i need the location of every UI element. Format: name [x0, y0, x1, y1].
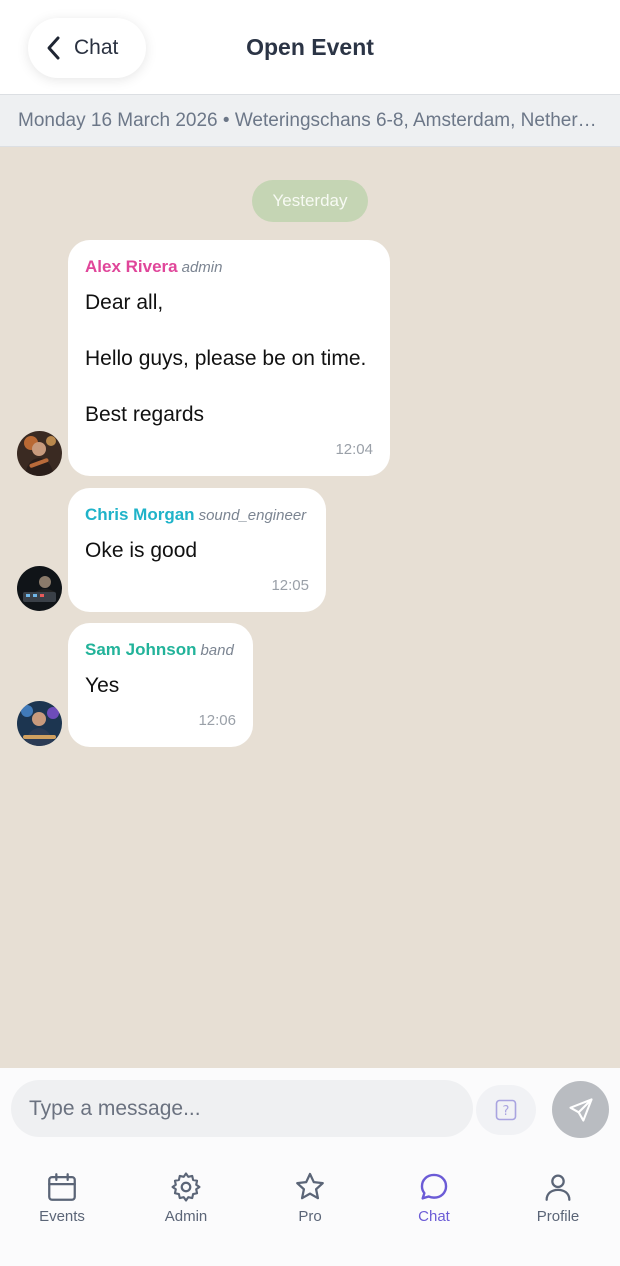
question-mark-icon: ?: [495, 1099, 517, 1121]
message-time: 12:06: [198, 712, 236, 729]
send-button[interactable]: [552, 1081, 609, 1138]
message-input[interactable]: [11, 1080, 473, 1137]
day-separator: Yesterday: [252, 180, 368, 222]
message-time: 12:04: [335, 441, 373, 458]
message-sender: Sam Johnson: [85, 640, 197, 659]
tab-admin[interactable]: Admin: [136, 1170, 236, 1225]
header: Chat Open Event: [0, 0, 620, 94]
tab-label: Admin: [164, 1208, 208, 1225]
avatar[interactable]: [17, 431, 62, 476]
tab-profile[interactable]: Profile: [508, 1170, 608, 1225]
chat-area[interactable]: Yesterday Alex Rivera admin Dear all, Hel…: [0, 147, 620, 1068]
tab-label: Chat: [418, 1208, 450, 1225]
star-icon: [296, 1172, 324, 1200]
event-info-text: Monday 16 March 2026 • Weteringschans 6-…: [18, 109, 597, 131]
tab-pro[interactable]: Pro: [260, 1170, 360, 1225]
gear-icon: [171, 1172, 201, 1202]
message-role: admin: [181, 259, 223, 276]
message-bubble[interactable]: Sam Johnson band Yes 12:06: [68, 623, 253, 747]
tab-label: Profile: [536, 1208, 580, 1225]
avatar[interactable]: [17, 701, 62, 746]
page-title: Open Event: [246, 34, 374, 60]
send-icon: [568, 1097, 593, 1122]
tab-chat[interactable]: Chat: [384, 1170, 484, 1225]
message-sender: Chris Morgan: [85, 505, 195, 524]
message-role: band: [200, 642, 234, 659]
user-icon: [545, 1174, 571, 1201]
message-body: Dear all, Hello guys, please be on time.…: [85, 289, 373, 429]
message-line: Dear all,: [85, 291, 164, 314]
message-bubble[interactable]: Chris Morgan sound_engineer Oke is good 1…: [68, 488, 326, 612]
message-time: 12:05: [271, 577, 309, 594]
message-composer: ?: [0, 1068, 620, 1156]
message-bubble[interactable]: Alex Rivera admin Dear all, Hello guys, p…: [68, 240, 390, 476]
event-info-bar: Monday 16 March 2026 • Weteringschans 6-…: [0, 94, 620, 147]
message-sender: Alex Rivera: [85, 257, 178, 276]
message-line: Hello guys, please be on time.: [85, 347, 367, 370]
tab-label: Pro: [298, 1208, 322, 1225]
message-line: Best regards: [85, 403, 205, 426]
message-role: sound_engineer: [198, 507, 307, 524]
svg-text:?: ?: [503, 1104, 510, 1119]
chat-bubble-icon: [420, 1173, 448, 1200]
tab-events[interactable]: Events: [12, 1170, 112, 1225]
calendar-icon: [48, 1173, 76, 1201]
bottom-tab-bar: Events Admin Pro Chat Profile: [0, 1156, 620, 1266]
avatar[interactable]: [17, 566, 62, 611]
message-body: Yes: [85, 674, 120, 697]
message-body: Oke is good: [85, 539, 198, 562]
help-button[interactable]: ?: [476, 1085, 536, 1135]
tab-label: Events: [39, 1208, 85, 1225]
